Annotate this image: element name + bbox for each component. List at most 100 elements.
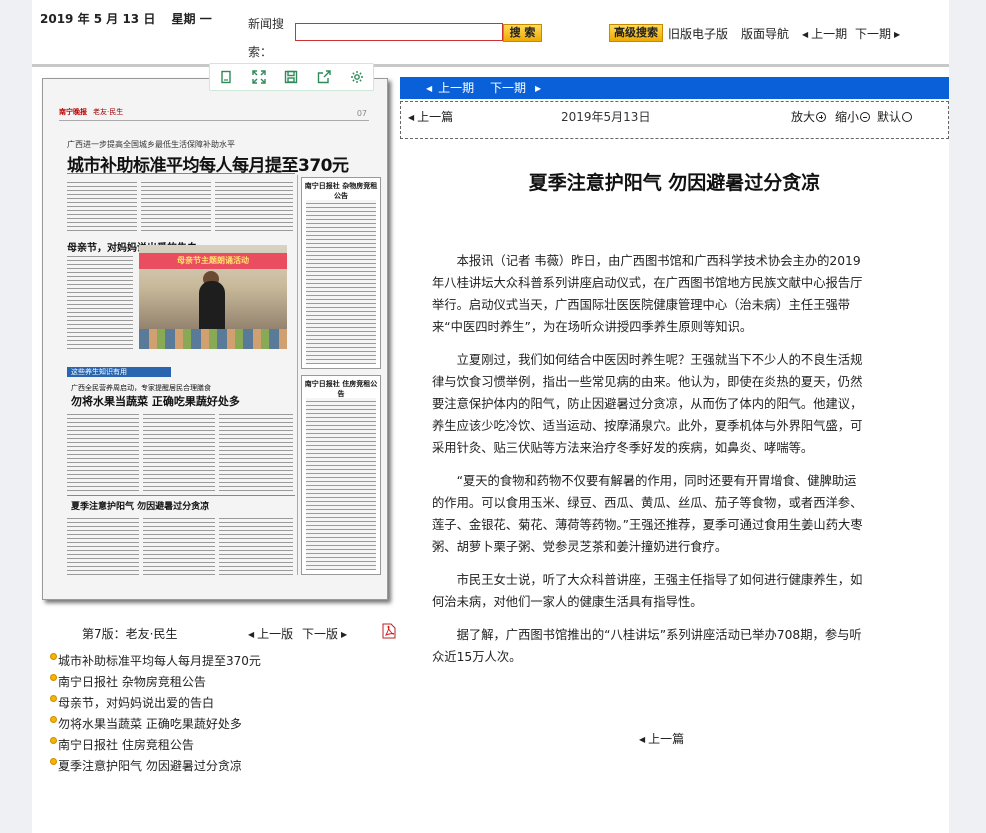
left-triangle-icon: ◀ [802, 30, 809, 39]
share-icon[interactable] [316, 69, 332, 85]
next-issue-link[interactable]: 下一期 ▶ [855, 25, 900, 42]
left-triangle-icon: ◀ [248, 630, 255, 639]
top-divider [32, 64, 949, 67]
np-text-block [67, 411, 139, 491]
article-list: 城市补助标准平均每人每月提至370元 南宁日报社 杂物房竞租公告 母亲节，对妈妈… [50, 651, 390, 777]
list-item[interactable]: 南宁日报社 杂物房竞租公告 [50, 672, 390, 693]
article-paragraph: 市民王女士说，听了大众科普讲座，王强主任指导了如何进行健康养生，如何治未病，对他… [432, 573, 863, 609]
settings-icon[interactable] [349, 69, 365, 85]
np-notice-box-2: 南宁日报社 住房竞租公告 [301, 375, 381, 575]
list-item[interactable]: 母亲节，对妈妈说出爱的告白 [50, 693, 390, 714]
left-triangle-icon: ◀ [408, 113, 415, 122]
left-triangle-icon: ◀ [639, 735, 646, 744]
np-text-block [215, 179, 293, 231]
search-input[interactable] [295, 23, 503, 41]
np-veg-subhead: 广西全民营养周启动，专家提醒居民合理膳食 [71, 384, 211, 392]
np-text-block [67, 253, 133, 351]
zoom-in-label: 放大 [791, 110, 816, 124]
page-view-icon[interactable] [218, 69, 234, 85]
np-text-block [219, 515, 293, 577]
next-page-link[interactable]: 下一版 ▶ [302, 625, 347, 642]
np-text-block [143, 411, 215, 491]
np-summer-headline: 夏季注意护阳气 勿因避暑过分贪凉 [71, 502, 210, 512]
issue-next-label: 下一期 [490, 81, 527, 95]
search-button[interactable]: 搜 索 [503, 24, 542, 42]
np-notice-title-2: 南宁日报社 住房竞租公告 [304, 380, 378, 398]
list-item-label: 母亲节，对妈妈说出爱的告白 [58, 696, 215, 710]
list-item[interactable]: 勿将水果当蔬菜 正确吃果蔬好处多 [50, 714, 390, 735]
list-item-label: 南宁日报社 杂物房竞租公告 [58, 675, 206, 689]
next-issue-label: 下一期 [855, 27, 892, 41]
issue-prev-label: 上一期 [438, 81, 475, 95]
next-page-label: 下一版 [302, 627, 339, 641]
article-paragraph: 立夏刚过，我们如何结合中医因时养生呢？王强就当下不少人的不良生活规律与饮食习惯举… [432, 353, 863, 455]
bullet-icon [50, 653, 57, 660]
prev-issue-label: 上一期 [811, 27, 848, 41]
np-text-block [67, 515, 139, 577]
np-text-block [306, 200, 376, 364]
np-text-block [141, 179, 211, 231]
np-text-block [306, 398, 376, 570]
save-icon[interactable] [283, 69, 299, 85]
prev-page-label: 上一版 [257, 627, 294, 641]
zoom-out-button[interactable]: 缩小 [835, 108, 871, 125]
date-display: 2019 年 5 月 13 日 星期 一 [40, 10, 224, 27]
weekday-text: 星期 一 [171, 12, 212, 26]
list-item[interactable]: 夏季注意护阳气 勿因避暑过分贪凉 [50, 756, 390, 777]
date-text: 2019 年 5 月 13 日 [40, 12, 156, 26]
article-title: 夏季注意护阳气 勿因避暑过分贪凉 [528, 172, 821, 194]
np-notice-title-1: 南宁日报社 杂物房竞租公告 [304, 182, 378, 200]
zoom-default-label: 默认 [877, 110, 902, 124]
article-date: 2019年5月13日 [561, 110, 651, 124]
list-item[interactable]: 城市补助标准平均每人每月提至370元 [50, 651, 390, 672]
old-version-link[interactable]: 旧版电子版 [668, 25, 728, 42]
prev-article-label: 上一篇 [417, 110, 454, 124]
bullet-icon [50, 737, 57, 744]
bullet-icon [50, 674, 57, 681]
np-rule [67, 495, 295, 496]
np-text-block [219, 411, 293, 491]
page-wrapper: 2019 年 5 月 13 日 星期 一 新闻搜索： 搜 索 高级搜索 旧版电子… [32, 0, 949, 833]
image-toolbar [209, 63, 374, 91]
np-blue-tag: 这些养生知识有用 [67, 367, 171, 377]
np-section: 老友·民生 [93, 108, 124, 116]
search-label: 新闻搜索： [248, 17, 285, 59]
bottom-prev-article-link[interactable]: ◀ 上一篇 [639, 730, 684, 747]
list-item-label: 勿将水果当蔬菜 正确吃果蔬好处多 [58, 717, 242, 731]
zoom-out-icon [860, 112, 871, 122]
issue-next-link[interactable]: 下一期 ▶ [490, 81, 547, 95]
fullscreen-icon[interactable] [251, 69, 267, 85]
bullet-icon [50, 716, 57, 723]
bullet-icon [50, 758, 57, 765]
prev-page-link[interactable]: ◀ 上一版 [248, 625, 293, 642]
right-triangle-icon: ▶ [894, 30, 901, 39]
np-column-divider [297, 175, 298, 575]
issue-prev-link[interactable]: ◀ 上一期 [426, 81, 480, 95]
left-triangle-icon: ◀ [426, 84, 433, 93]
np-text-block [143, 515, 215, 577]
np-notice-box-1: 南宁日报社 杂物房竞租公告 [301, 177, 381, 369]
list-item-label: 夏季注意护阳气 勿因避暑过分贪凉 [58, 759, 242, 773]
np-rule [67, 173, 295, 174]
newspaper-page-image[interactable]: 南宁晚报 老友·民生 07 广西进一步提高全国城乡最低生活保障补助水平 城市补助标… [42, 78, 388, 600]
np-photo-crowd [139, 329, 287, 349]
page-nav-link[interactable]: 版面导航 [741, 25, 789, 42]
article-body: 本报讯（记者 韦薇）昨日，由广西图书馆和广西科学技术协会主办的2019年八桂讲坛… [432, 250, 866, 679]
zoom-in-button[interactable]: 放大 [791, 108, 827, 125]
article-paragraph: 本报讯（记者 韦薇）昨日，由广西图书馆和广西科学技术协会主办的2019年八桂讲坛… [432, 254, 863, 334]
pdf-icon[interactable] [382, 623, 396, 639]
page-label: 第7版：老友·民生 [82, 627, 178, 641]
right-triangle-icon: ▶ [341, 630, 348, 639]
article-paragraph: 据了解，广西图书馆推出的“八桂讲坛”系列讲座活动已举办708期，参与听众近15万… [432, 628, 862, 664]
zoom-default-icon [902, 112, 913, 122]
zoom-in-icon [816, 112, 827, 122]
np-masthead: 南宁晚报 [59, 108, 87, 116]
prev-article-link[interactable]: ◀ 上一篇 [408, 108, 453, 125]
zoom-default-button[interactable]: 默认 [877, 108, 913, 125]
list-item[interactable]: 南宁日报社 住房竞租公告 [50, 735, 390, 756]
prev-issue-link[interactable]: ◀ 上一期 [802, 25, 847, 42]
bottom-prev-label: 上一篇 [648, 732, 685, 746]
advanced-search-button[interactable]: 高级搜索 [609, 24, 663, 42]
list-item-label: 南宁日报社 住房竞租公告 [58, 738, 194, 752]
bullet-icon [50, 695, 57, 702]
